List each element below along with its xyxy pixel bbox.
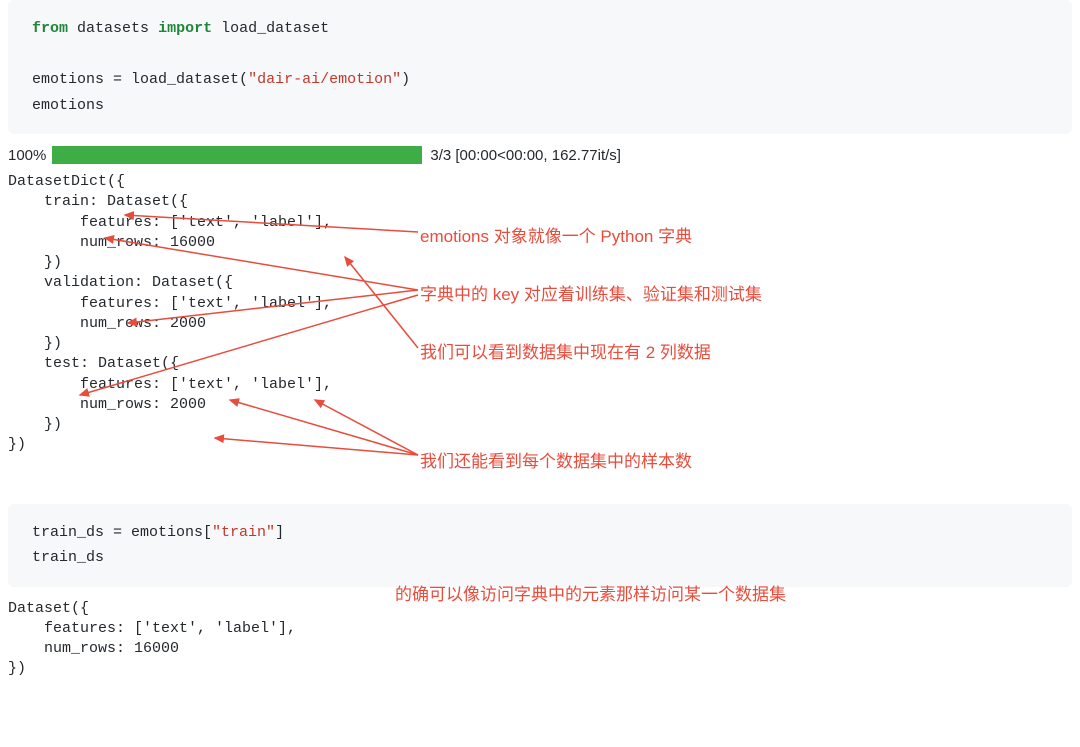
code-block-2: train_ds = emotions["train"] train_ds: [8, 504, 1072, 587]
assign-target: emotions: [32, 71, 104, 88]
obj-end: ]: [275, 524, 284, 541]
keyword-from: from: [32, 20, 68, 37]
equals-2: =: [104, 524, 131, 541]
annotation-1: emotions 对象就像一个 Python 字典: [420, 222, 692, 247]
output-block-2: Dataset({ features: ['text', 'label'], n…: [8, 599, 1072, 680]
annotation-5: 的确可以像访问字典中的元素那样访问某一个数据集: [395, 580, 786, 605]
call: load_dataset(: [131, 71, 248, 88]
annotation-3: 我们可以看到数据集中现在有 2 列数据: [420, 338, 711, 363]
assign-target-2: train_ds: [32, 524, 104, 541]
code-block-1: from datasets import load_dataset emotio…: [8, 0, 1072, 134]
progress-stats: 3/3 [00:00<00:00, 162.77it/s]: [430, 147, 621, 164]
keyword-import: import: [158, 20, 212, 37]
progress-pct: 100%: [8, 147, 46, 164]
obj-access: emotions[: [131, 524, 212, 541]
module-name: datasets: [77, 20, 149, 37]
echo-var: emotions: [32, 97, 104, 114]
import-name: load_dataset: [221, 20, 329, 37]
annotation-2: 字典中的 key 对应着训练集、验证集和测试集: [420, 280, 762, 305]
annotation-4: 我们还能看到每个数据集中的样本数: [420, 447, 692, 472]
progress-row: 100% 3/3 [00:00<00:00, 162.77it/s]: [8, 146, 1072, 164]
string-arg: "dair-ai/emotion": [248, 71, 401, 88]
call-end: ): [401, 71, 410, 88]
progress-bar: [52, 146, 422, 164]
output-block-1: DatasetDict({ train: Dataset({ features:…: [8, 172, 1072, 456]
equals: =: [104, 71, 131, 88]
key-string: "train": [212, 524, 275, 541]
echo-var-2: train_ds: [32, 549, 104, 566]
